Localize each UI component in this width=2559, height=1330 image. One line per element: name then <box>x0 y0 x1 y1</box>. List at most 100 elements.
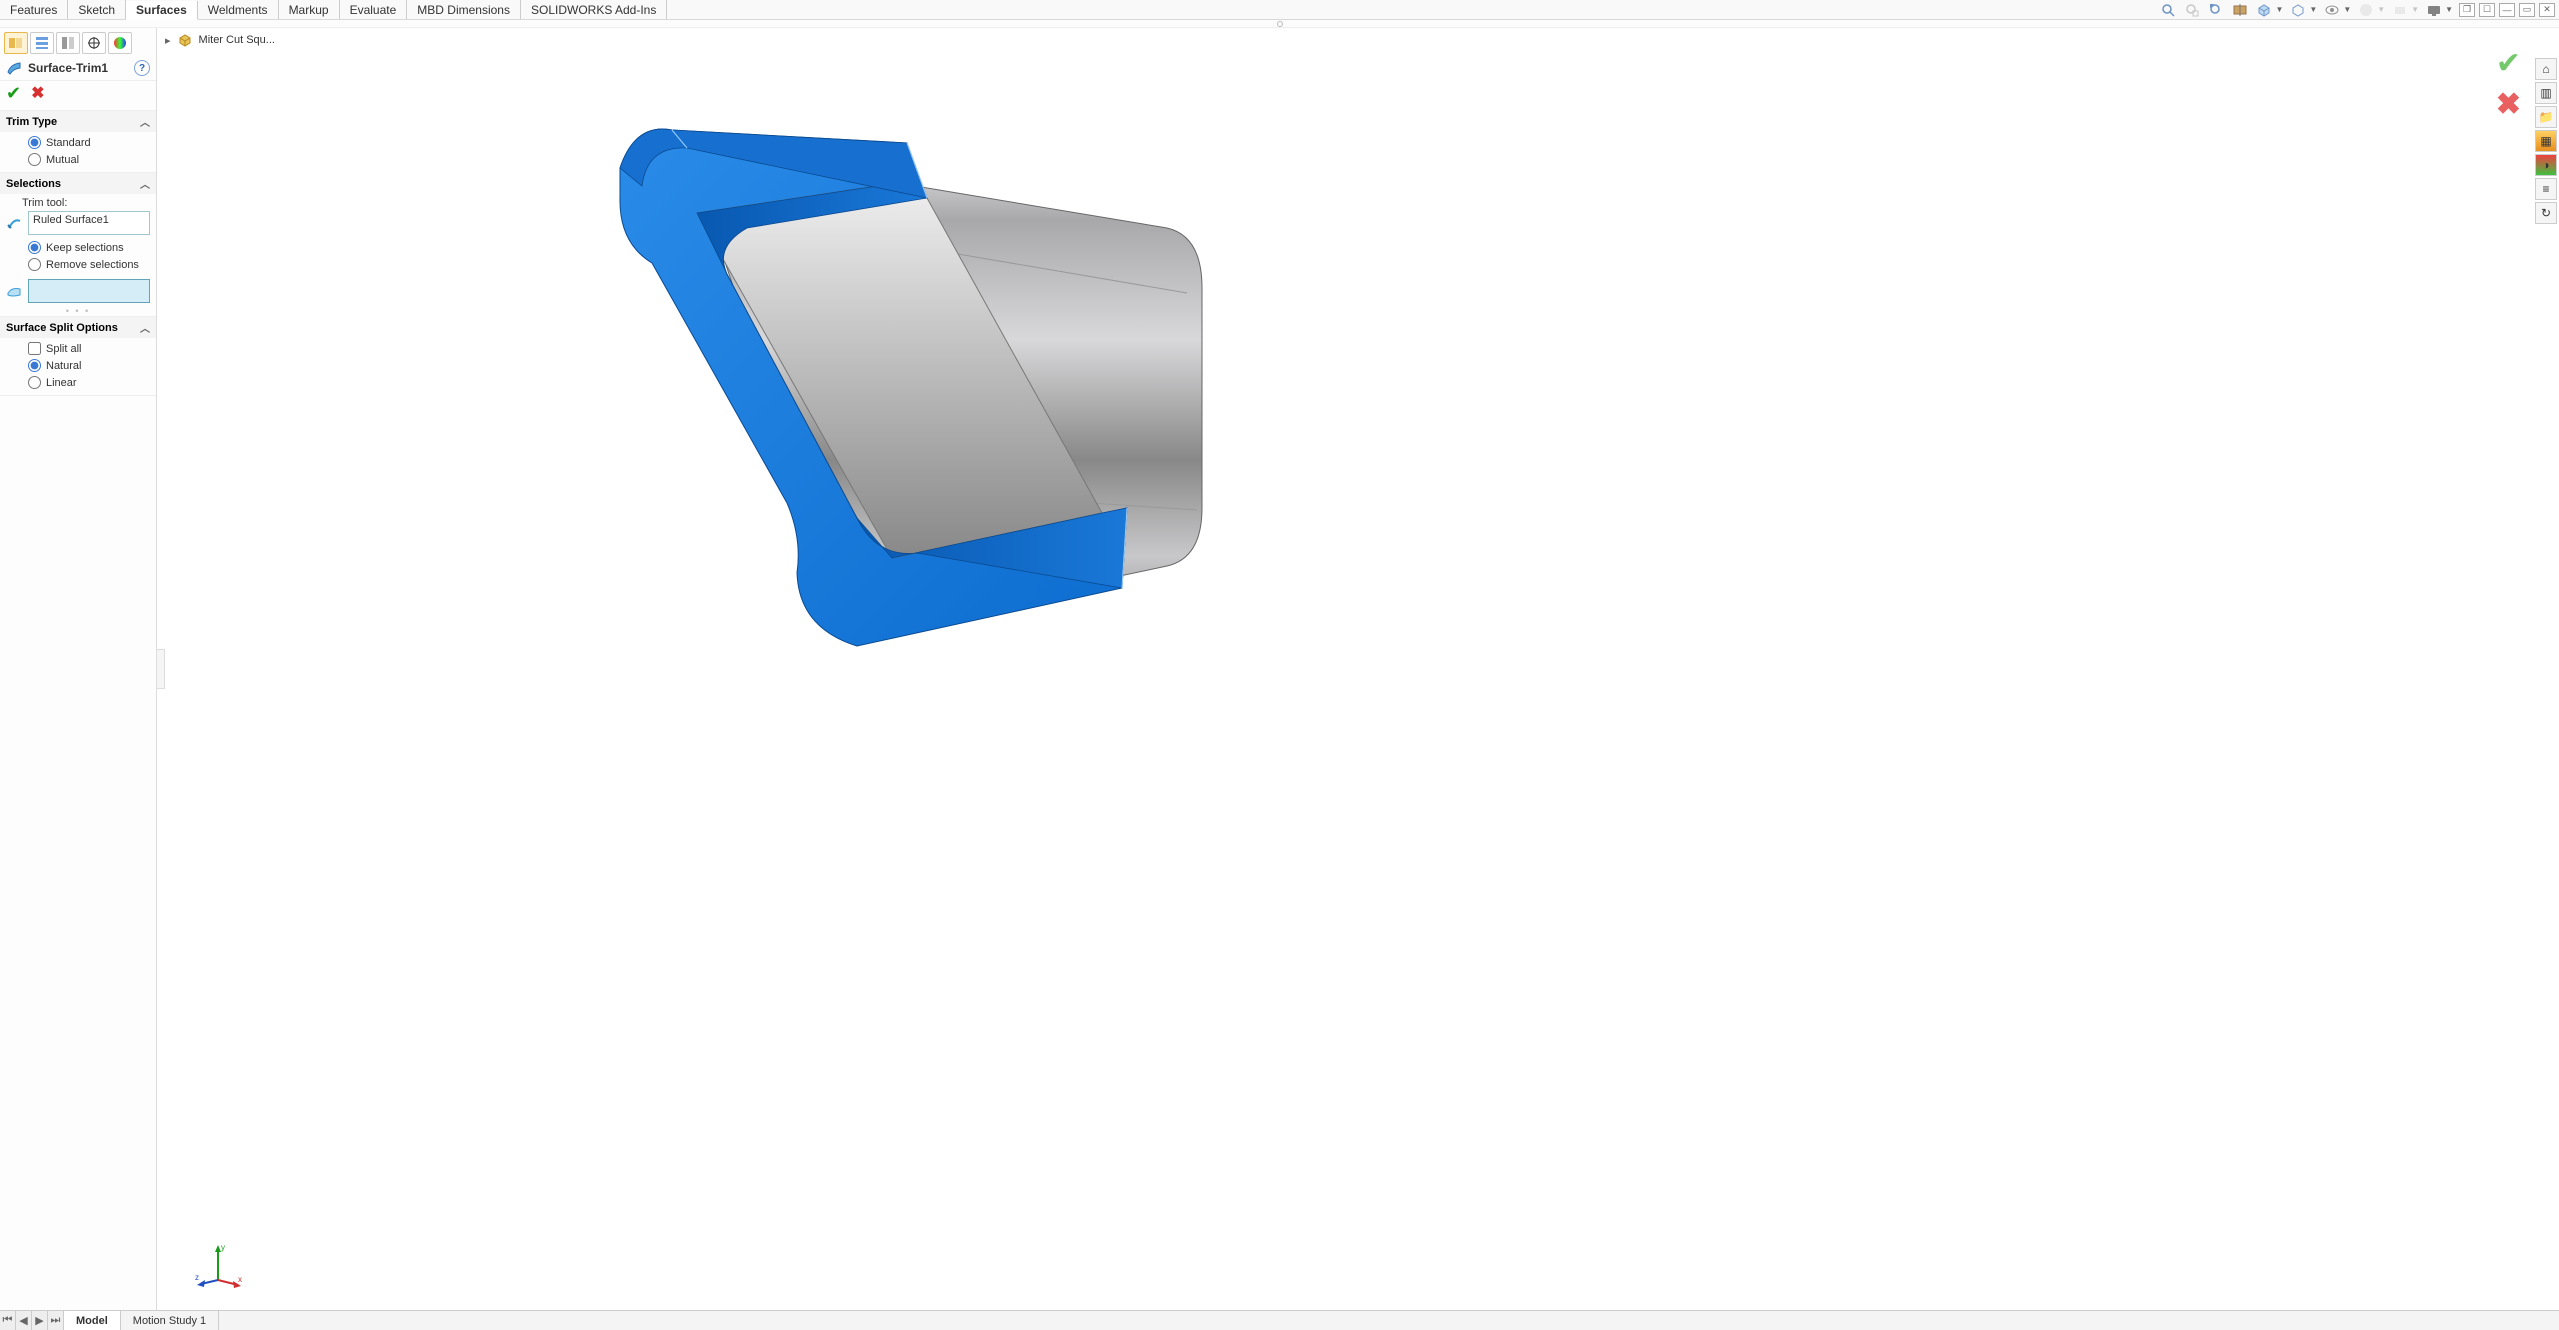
breadcrumb-expand-icon[interactable]: ▸ <box>165 34 171 47</box>
chevron-up-icon: ︿ <box>140 320 150 335</box>
radio-mutual[interactable]: Mutual <box>28 153 150 166</box>
vcr-first-button[interactable]: ⏮ <box>0 1311 16 1330</box>
panel-tab-feature-manager[interactable] <box>4 32 28 54</box>
dropdown-caret-icon[interactable]: ▼ <box>2275 5 2283 14</box>
trim-tool-item[interactable]: Ruled Surface1 <box>33 214 145 226</box>
radio-keep-label: Keep selections <box>46 242 124 254</box>
radio-natural-input[interactable] <box>28 359 41 372</box>
radio-linear-label: Linear <box>46 377 77 389</box>
panel-tab-property-manager[interactable] <box>30 32 54 54</box>
chevron-up-icon: ︿ <box>140 114 150 129</box>
bottom-tab-model[interactable]: Model <box>64 1311 121 1330</box>
triad-y-label: y <box>221 1243 225 1252</box>
panel-tab-configuration-manager[interactable] <box>56 32 80 54</box>
dropdown-caret-icon[interactable]: ▼ <box>2377 5 2385 14</box>
section-header-selections[interactable]: Selections ︿ <box>0 173 156 194</box>
rail-appearances-icon[interactable]: ≡ <box>2535 178 2557 200</box>
breadcrumb-part-name[interactable]: Miter Cut Squ... <box>199 34 275 46</box>
surface-trim-icon <box>6 60 22 76</box>
radio-standard[interactable]: Standard <box>28 136 150 149</box>
chevron-up-icon: ︿ <box>140 176 150 191</box>
rail-custom-props-icon[interactable]: ↻ <box>2535 202 2557 224</box>
ribbon-tab-addins[interactable]: SOLIDWORKS Add-Ins <box>521 0 667 19</box>
triad-z-label: z <box>195 1273 199 1282</box>
apply-scene-icon[interactable] <box>2391 1 2409 19</box>
view-settings-icon[interactable] <box>2425 1 2443 19</box>
bottom-tab-motion-study[interactable]: Motion Study 1 <box>121 1311 219 1330</box>
ribbon-tab-sketch[interactable]: Sketch <box>68 0 126 19</box>
section-trim-type: Trim Type ︿ Standard Mutual <box>0 111 156 173</box>
panel-tab-display-manager[interactable] <box>108 32 132 54</box>
previous-view-icon[interactable] <box>2207 1 2225 19</box>
ribbon-tab-evaluate[interactable]: Evaluate <box>340 0 408 19</box>
keep-selection-list[interactable] <box>28 279 150 303</box>
radio-linear-input[interactable] <box>28 376 41 389</box>
vcr-next-button[interactable]: ▶ <box>32 1311 48 1330</box>
orientation-triad[interactable]: y x z <box>193 1240 243 1290</box>
radio-mutual-input[interactable] <box>28 153 41 166</box>
radio-remove-input[interactable] <box>28 258 41 271</box>
dropdown-caret-icon[interactable]: ▼ <box>2309 5 2317 14</box>
cancel-button[interactable]: ✖ <box>31 83 44 104</box>
close-button[interactable]: ✕ <box>2539 3 2555 17</box>
resize-handle[interactable]: • • • <box>0 305 156 316</box>
panel-collapse-handle[interactable] <box>157 649 165 689</box>
ribbon-tab-mbd[interactable]: MBD Dimensions <box>407 0 521 19</box>
display-style-icon[interactable] <box>2289 1 2307 19</box>
rail-file-explorer-icon[interactable]: ▦ <box>2535 130 2557 152</box>
keep-selection-icon <box>6 283 22 299</box>
radio-keep-selections[interactable]: Keep selections <box>28 241 150 254</box>
ribbon-tab-weldments[interactable]: Weldments <box>198 0 279 19</box>
rail-design-library-icon[interactable]: 📁 <box>2535 106 2557 128</box>
radio-standard-label: Standard <box>46 137 91 149</box>
command-manager-collapse-bar[interactable] <box>0 20 2559 28</box>
radio-keep-input[interactable] <box>28 241 41 254</box>
section-header-trim-type[interactable]: Trim Type ︿ <box>0 111 156 132</box>
zoom-area-icon[interactable] <box>2183 1 2201 19</box>
model-render <box>387 68 1207 708</box>
dropdown-caret-icon[interactable]: ▼ <box>2445 5 2453 14</box>
trim-tool-selection-list[interactable]: Ruled Surface1 <box>28 211 150 235</box>
radio-standard-input[interactable] <box>28 136 41 149</box>
edit-appearance-icon[interactable] <box>2357 1 2375 19</box>
vcr-prev-button[interactable]: ◀ <box>16 1311 32 1330</box>
minimize-button[interactable]: — <box>2499 3 2515 17</box>
trim-tool-icon <box>6 215 22 231</box>
radio-natural-label: Natural <box>46 360 81 372</box>
radio-remove-label: Remove selections <box>46 259 139 271</box>
section-header-split-options[interactable]: Surface Split Options ︿ <box>0 317 156 338</box>
graphics-viewport[interactable]: ▸ Miter Cut Squ... ✔ ✖ ⌂ ▥ 📁 ▦ ◑ ≡ ↻ <box>157 28 2559 1310</box>
restore-button[interactable]: ❐ <box>2459 3 2475 17</box>
radio-remove-selections[interactable]: Remove selections <box>28 258 150 271</box>
ok-button[interactable]: ✔ <box>6 83 21 104</box>
radio-linear[interactable]: Linear <box>28 376 150 389</box>
trim-tool-label: Trim tool: <box>0 194 156 209</box>
rail-home-icon[interactable]: ⌂ <box>2535 58 2557 80</box>
hide-show-icon[interactable] <box>2323 1 2341 19</box>
window-controls: ❐ ☐ — ▭ ✕ <box>2459 3 2559 17</box>
confirm-cancel-button[interactable]: ✖ <box>2496 87 2521 122</box>
radio-natural[interactable]: Natural <box>28 359 150 372</box>
checkbox-split-all[interactable]: Split all <box>28 342 150 355</box>
help-button[interactable]: ? <box>134 60 150 76</box>
zoom-to-fit-icon[interactable] <box>2159 1 2177 19</box>
ribbon-tab-features[interactable]: Features <box>0 0 68 19</box>
ribbon-tab-markup[interactable]: Markup <box>279 0 340 19</box>
rail-resources-icon[interactable]: ▥ <box>2535 82 2557 104</box>
confirm-ok-button[interactable]: ✔ <box>2496 46 2521 81</box>
rail-view-palette-icon[interactable]: ◑ <box>2535 154 2557 176</box>
section-split-options: Surface Split Options ︿ Split all Natura… <box>0 317 156 396</box>
panel-tab-dimxpert[interactable] <box>82 32 106 54</box>
vcr-last-button[interactable]: ⏭ <box>48 1311 64 1330</box>
property-manager-panel: Surface-Trim1 ? ✔ ✖ Trim Type ︿ Standard… <box>0 28 157 1310</box>
view-orientation-icon[interactable] <box>2255 1 2273 19</box>
dropdown-caret-icon[interactable]: ▼ <box>2343 5 2351 14</box>
dropdown-caret-icon[interactable]: ▼ <box>2411 5 2419 14</box>
ribbon: Features Sketch Surfaces Weldments Marku… <box>0 0 2559 20</box>
section-view-icon[interactable] <box>2231 1 2249 19</box>
breadcrumb: ▸ Miter Cut Squ... <box>165 32 275 48</box>
ribbon-tab-surfaces[interactable]: Surfaces <box>126 1 198 20</box>
maximize-button[interactable]: ☐ <box>2479 3 2495 17</box>
checkbox-split-all-input[interactable] <box>28 342 41 355</box>
window-menu-button[interactable]: ▭ <box>2519 3 2535 17</box>
